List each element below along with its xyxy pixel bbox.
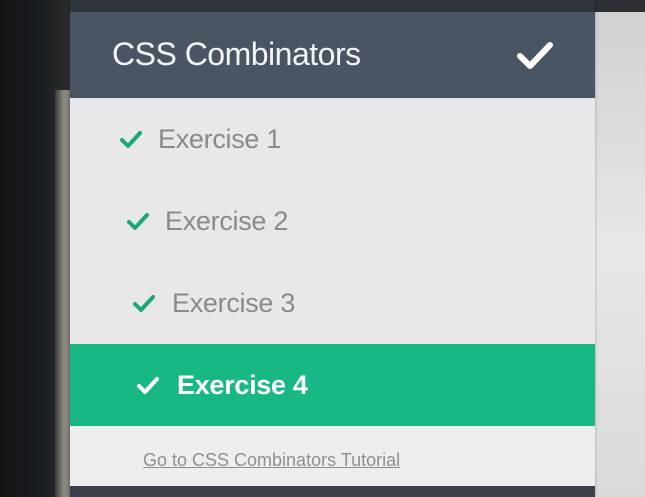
exercise-item-2[interactable]: Exercise 2 [70, 180, 595, 262]
panel-top-strip [70, 0, 595, 12]
exercise-label: Exercise 2 [165, 206, 289, 236]
background-right [590, 0, 645, 497]
panel-footer: Go to CSS Combinators Tutorial [70, 426, 595, 486]
exercise-label: Exercise 1 [158, 124, 282, 154]
section-title: CSS Combinators [112, 36, 361, 72]
exercise-item-1[interactable]: Exercise 1 [70, 98, 595, 180]
exercise-item-4-active[interactable]: Exercise 4 [70, 344, 595, 426]
check-icon [137, 377, 159, 394]
exercise-label: Exercise 4 [177, 370, 308, 400]
section-header[interactable]: CSS Combinators [70, 12, 595, 98]
check-icon [517, 42, 553, 69]
check-icon [127, 213, 149, 230]
exercise-list: Exercise 1 Exercise 2 Exercise 3 Exercis… [70, 98, 595, 426]
exercise-menu-panel: CSS Combinators Exercise 1 Exercise 2 Ex… [70, 0, 595, 497]
exercise-label: Exercise 3 [172, 288, 296, 318]
panel-bottom-strip [70, 486, 595, 497]
check-icon [120, 131, 142, 148]
check-icon [133, 295, 155, 312]
exercise-item-3[interactable]: Exercise 3 [70, 262, 595, 344]
tutorial-link[interactable]: Go to CSS Combinators Tutorial [143, 450, 400, 471]
